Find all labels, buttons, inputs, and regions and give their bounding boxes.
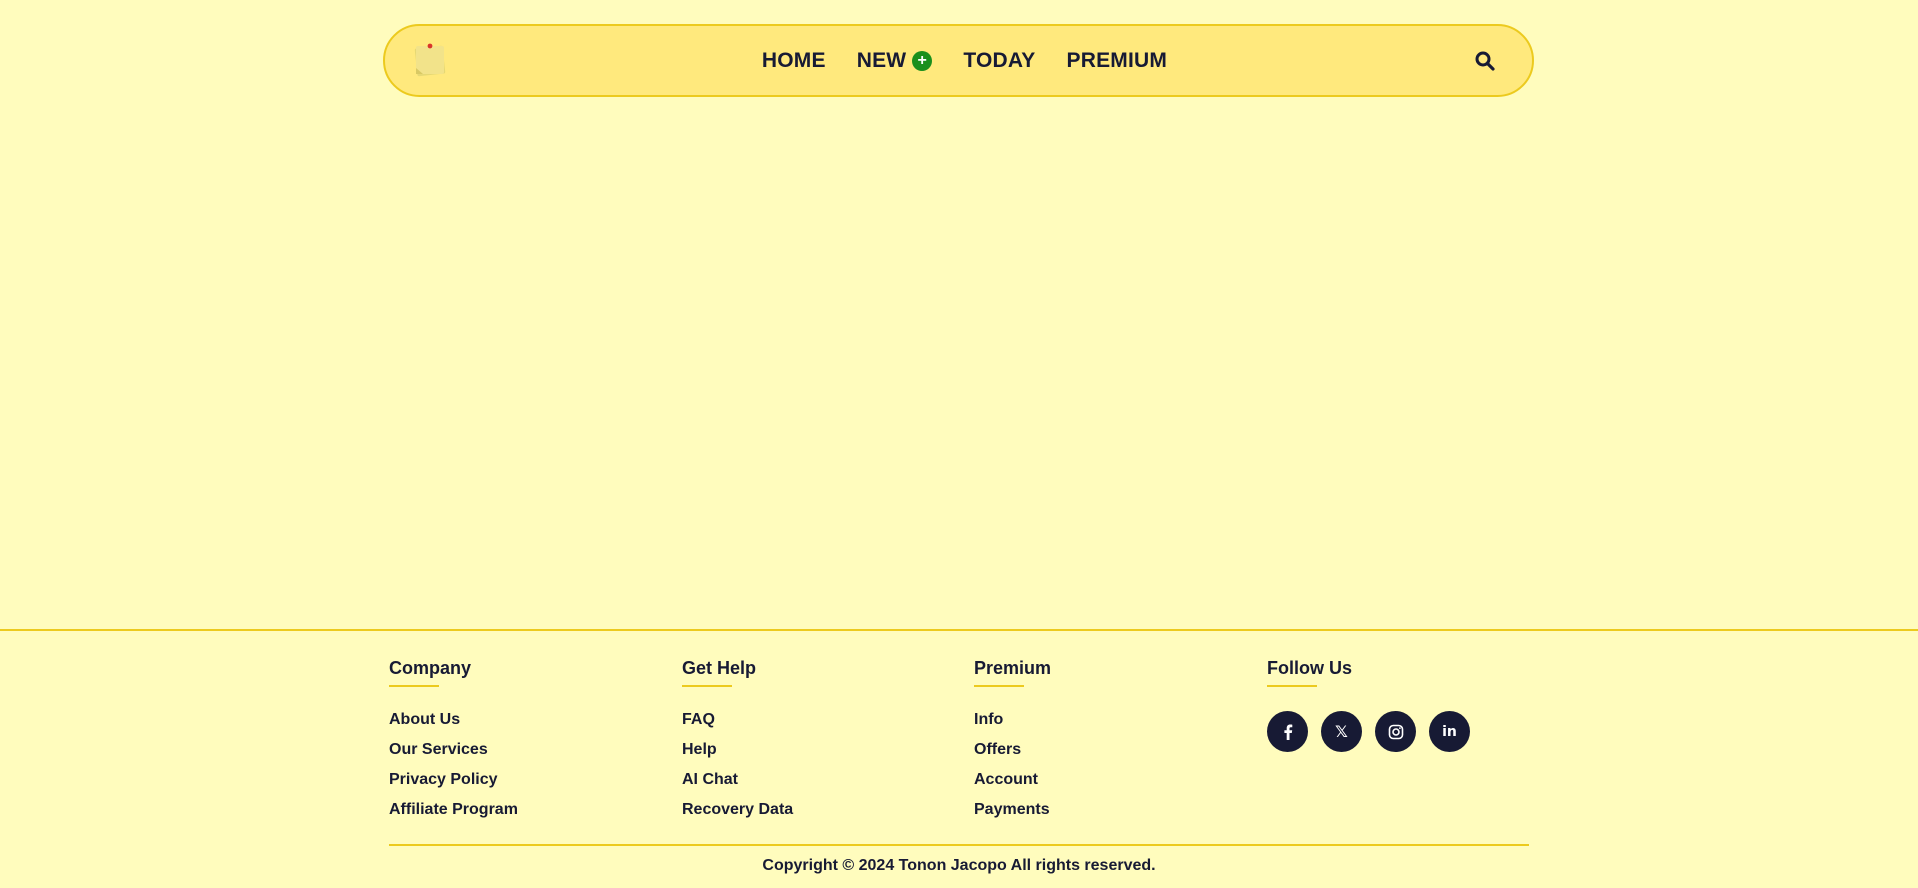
footer-link-our-services[interactable]: Our Services: [389, 741, 488, 758]
linkedin-glyph: in: [1442, 723, 1457, 740]
footer-column-get-help: Get Help FAQ Help AI Chat Recovery Data: [682, 657, 793, 831]
heading-underline: [1267, 685, 1317, 687]
linkedin-icon[interactable]: in: [1429, 711, 1470, 752]
footer-column-premium: Premium Info Offers Account Payments: [974, 657, 1051, 831]
main-nav: HOME NEW + TODAY PREMIUM: [385, 26, 1532, 95]
x-glyph: 𝕏: [1335, 722, 1348, 741]
footer-heading-get-help: Get Help: [682, 658, 757, 678]
facebook-icon[interactable]: [1267, 711, 1308, 752]
footer-link-ai-chat[interactable]: AI Chat: [682, 771, 738, 788]
footer-link-offers[interactable]: Offers: [974, 741, 1021, 758]
footer-heading-follow-us: Follow Us: [1267, 658, 1352, 678]
heading-underline: [389, 685, 439, 687]
instagram-icon[interactable]: [1375, 711, 1416, 752]
nav-premium-link[interactable]: PREMIUM: [1067, 49, 1168, 73]
copyright-text: Copyright © 2024 Tonon Jacopo All rights…: [762, 857, 1156, 874]
footer-divider: [389, 844, 1529, 846]
search-icon[interactable]: [1474, 50, 1496, 72]
heading-underline: [682, 685, 732, 687]
nav-today-link[interactable]: TODAY: [963, 49, 1035, 73]
navbar: HOME NEW + TODAY PREMIUM: [383, 24, 1534, 97]
footer-link-help[interactable]: Help: [682, 741, 717, 758]
footer-link-info[interactable]: Info: [974, 711, 1003, 728]
footer-link-account[interactable]: Account: [974, 771, 1038, 788]
footer-links-get-help: FAQ Help AI Chat Recovery Data: [682, 711, 793, 831]
footer-link-faq[interactable]: FAQ: [682, 711, 715, 728]
social-links: 𝕏 in: [1267, 711, 1470, 752]
footer-column-company: Company About Us Our Services Privacy Po…: [389, 657, 518, 831]
footer-heading-company: Company: [389, 658, 472, 678]
nav-new-link[interactable]: NEW +: [857, 49, 933, 73]
footer-column-follow-us: Follow Us 𝕏 in: [1267, 657, 1470, 752]
nav-home-link[interactable]: HOME: [762, 49, 826, 73]
x-twitter-icon[interactable]: 𝕏: [1321, 711, 1362, 752]
plus-badge-icon: +: [912, 50, 933, 71]
footer-link-payments[interactable]: Payments: [974, 801, 1050, 818]
footer-link-privacy-policy[interactable]: Privacy Policy: [389, 771, 498, 788]
footer: Company About Us Our Services Privacy Po…: [0, 629, 1918, 888]
footer-link-affiliate-program[interactable]: Affiliate Program: [389, 801, 518, 818]
nav-new-label: NEW: [856, 48, 907, 72]
footer-link-about-us[interactable]: About Us: [389, 711, 460, 728]
footer-heading-premium: Premium: [974, 658, 1052, 678]
footer-link-recovery-data[interactable]: Recovery Data: [682, 801, 793, 818]
heading-underline: [974, 685, 1024, 687]
footer-links-company: About Us Our Services Privacy Policy Aff…: [389, 711, 518, 831]
footer-links-premium: Info Offers Account Payments: [974, 711, 1051, 831]
